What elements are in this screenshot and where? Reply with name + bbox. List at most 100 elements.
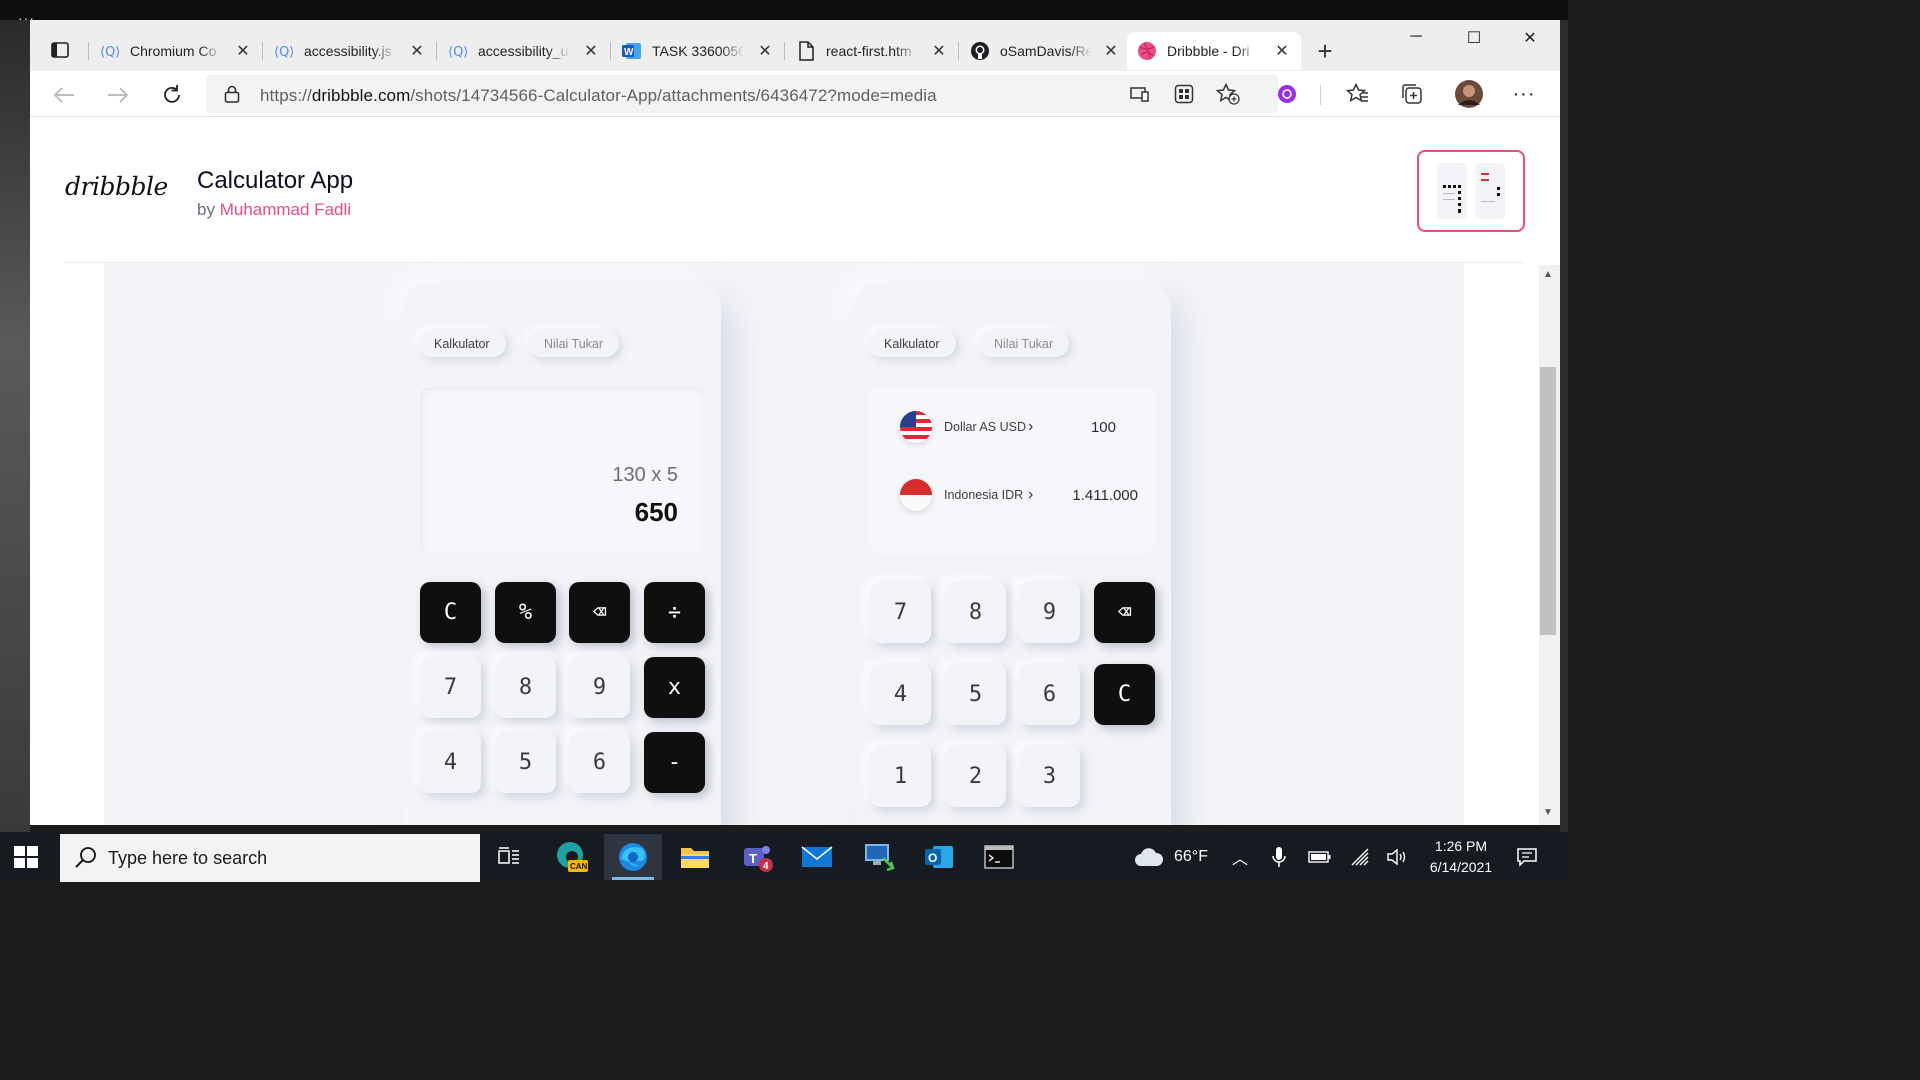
forward-button[interactable] — [104, 81, 132, 109]
maximize-button[interactable]: ☐ — [1454, 28, 1494, 48]
currency-name: Dollar AS USD — [944, 420, 1026, 434]
notifications-button[interactable] — [1516, 832, 1538, 882]
key-multiply-button[interactable]: x — [644, 657, 705, 718]
profile-button[interactable] — [1452, 77, 1486, 111]
tab-task[interactable]: W TASK 3360056 ✕ — [612, 32, 784, 70]
tab-dribbble[interactable]: Dribbble - Dri ✕ — [1127, 32, 1301, 70]
immersive-reader-button[interactable] — [1126, 80, 1154, 108]
taskbar-search-box[interactable]: Type here to search — [60, 834, 480, 882]
key-backspace-button[interactable]: ⌫ — [1094, 582, 1155, 643]
key-8-button[interactable]: 8 — [495, 657, 556, 718]
calculator-display: 130 x 5 650 — [420, 387, 704, 555]
tab-separator — [88, 42, 89, 60]
svg-text:CAN: CAN — [570, 862, 588, 871]
favorites-button[interactable] — [1344, 80, 1372, 108]
tab-accessibility-u[interactable]: ⟨Q⟩ accessibility_u ✕ — [438, 32, 610, 70]
show-hidden-icons-button[interactable]: ︿ — [1232, 832, 1248, 882]
scrollbar-thumb[interactable] — [1540, 367, 1556, 635]
teams-app[interactable]: T4 — [728, 834, 786, 880]
key-percent-button[interactable]: % — [495, 582, 556, 643]
battery-icon[interactable] — [1308, 832, 1332, 882]
wifi-icon[interactable] — [1348, 832, 1370, 882]
tab-github[interactable]: oSamDavis/Re ✕ — [960, 32, 1130, 70]
tab-close-icon[interactable]: ✕ — [1273, 41, 1291, 61]
key-3-button[interactable]: 3 — [1019, 746, 1080, 807]
tab-close-icon[interactable]: ✕ — [930, 41, 948, 61]
remote-desktop-app[interactable] — [850, 834, 908, 880]
key-9-button[interactable]: 9 — [1019, 582, 1080, 643]
key-4-button[interactable]: 4 — [420, 732, 481, 793]
key-6-button[interactable]: 6 — [1019, 664, 1080, 725]
desktop-background-left — [0, 20, 30, 832]
microphone-icon[interactable] — [1272, 832, 1286, 882]
edge-canary-icon: CAN — [557, 842, 588, 872]
key-minus-button[interactable]: - — [644, 732, 705, 793]
favorites-star-icon — [1346, 83, 1368, 102]
remote-desktop-icon — [865, 844, 895, 872]
key-2-button[interactable]: 2 — [945, 746, 1006, 807]
key-c-button[interactable]: C — [420, 582, 481, 643]
tab-kalkulator[interactable]: Kalkulator — [418, 330, 506, 357]
tab-chromium-code[interactable]: ⟨Q⟩ Chromium Co ✕ — [90, 32, 262, 70]
key-5-button[interactable]: 5 — [945, 664, 1006, 725]
key-6-button[interactable]: 6 — [569, 732, 630, 793]
dribbble-logo[interactable]: dribbble — [65, 172, 168, 201]
mail-app[interactable] — [788, 834, 846, 880]
start-button[interactable] — [14, 846, 38, 868]
clock[interactable]: 1:26 PM 6/14/2021 — [1418, 836, 1504, 878]
author-link[interactable]: Muhammad Fadli — [220, 200, 351, 219]
file-explorer-app[interactable] — [666, 834, 724, 880]
url-text: https://dribbble.com/shots/14734566-Calc… — [260, 86, 937, 105]
attachment-thumbnail[interactable] — [1417, 150, 1525, 232]
apps-button[interactable] — [1170, 80, 1198, 108]
collections-button[interactable] — [1398, 80, 1426, 108]
scroll-down-icon[interactable]: ▼ — [1543, 807, 1553, 818]
terminal-app[interactable] — [970, 834, 1028, 880]
tab-close-icon[interactable]: ✕ — [1102, 41, 1120, 61]
weather-widget[interactable]: 66°F — [1134, 832, 1208, 882]
key-7-button[interactable]: 7 — [420, 657, 481, 718]
currency-row-idr[interactable]: Indonesia IDR › — [900, 479, 1058, 511]
currency-row-usd[interactable]: Dollar AS USD › — [900, 411, 1058, 443]
search-placeholder: Type here to search — [108, 847, 268, 868]
tab-close-icon[interactable]: ✕ — [234, 41, 252, 61]
key-5-button[interactable]: 5 — [495, 732, 556, 793]
tab-close-icon[interactable]: ✕ — [756, 41, 774, 61]
close-window-button[interactable]: ✕ — [1510, 28, 1550, 48]
key-9-button[interactable]: 9 — [569, 657, 630, 718]
key-4-button[interactable]: 4 — [870, 664, 931, 725]
back-button[interactable] — [50, 81, 78, 109]
key-c-button[interactable]: C — [1094, 664, 1155, 725]
key-divide-button[interactable]: ÷ — [644, 582, 705, 643]
new-tab-button[interactable]: + — [1310, 36, 1340, 67]
settings-more-button[interactable]: ··· — [1510, 80, 1538, 108]
key-1-button[interactable]: 1 — [870, 746, 931, 807]
tab-accessibility-js[interactable]: ⟨Q⟩ accessibility.js ✕ — [264, 32, 436, 70]
tab-kalkulator[interactable]: Kalkulator — [868, 330, 956, 357]
outlook-app[interactable]: O — [910, 834, 968, 880]
task-view-button[interactable] — [480, 834, 538, 880]
tab-nilai-tukar[interactable]: Nilai Tukar — [528, 330, 620, 357]
outlook-icon: O — [925, 846, 953, 868]
edge-app[interactable] — [604, 834, 662, 880]
svg-text:⟨Q⟩: ⟨Q⟩ — [100, 45, 120, 58]
volume-icon[interactable] — [1386, 832, 1410, 882]
minimize-button[interactable]: ─ — [1396, 28, 1436, 46]
refresh-button[interactable] — [158, 81, 186, 109]
extension-button[interactable] — [1273, 80, 1301, 108]
key-8-button[interactable]: 8 — [945, 582, 1006, 643]
cloud-icon — [1135, 848, 1164, 866]
key-backspace-button[interactable]: ⌫ — [569, 582, 630, 643]
tab-close-icon[interactable]: ✕ — [408, 41, 426, 61]
scroll-up-icon[interactable]: ▲ — [1543, 269, 1553, 280]
tab-close-icon[interactable]: ✕ — [582, 41, 600, 61]
edge-canary-app[interactable]: CAN — [542, 834, 600, 880]
svg-text:O: O — [928, 851, 937, 865]
tab-actions-button[interactable] — [42, 35, 78, 65]
svg-text:⟨Q⟩: ⟨Q⟩ — [448, 45, 468, 58]
tab-react-first[interactable]: react-first.htm ✕ — [786, 32, 958, 70]
tab-nilai-tukar[interactable]: Nilai Tukar — [978, 330, 1070, 357]
address-bar[interactable]: https://dribbble.com/shots/14734566-Calc… — [206, 75, 1278, 113]
add-favorite-button[interactable] — [1214, 80, 1242, 108]
key-7-button[interactable]: 7 — [870, 582, 931, 643]
